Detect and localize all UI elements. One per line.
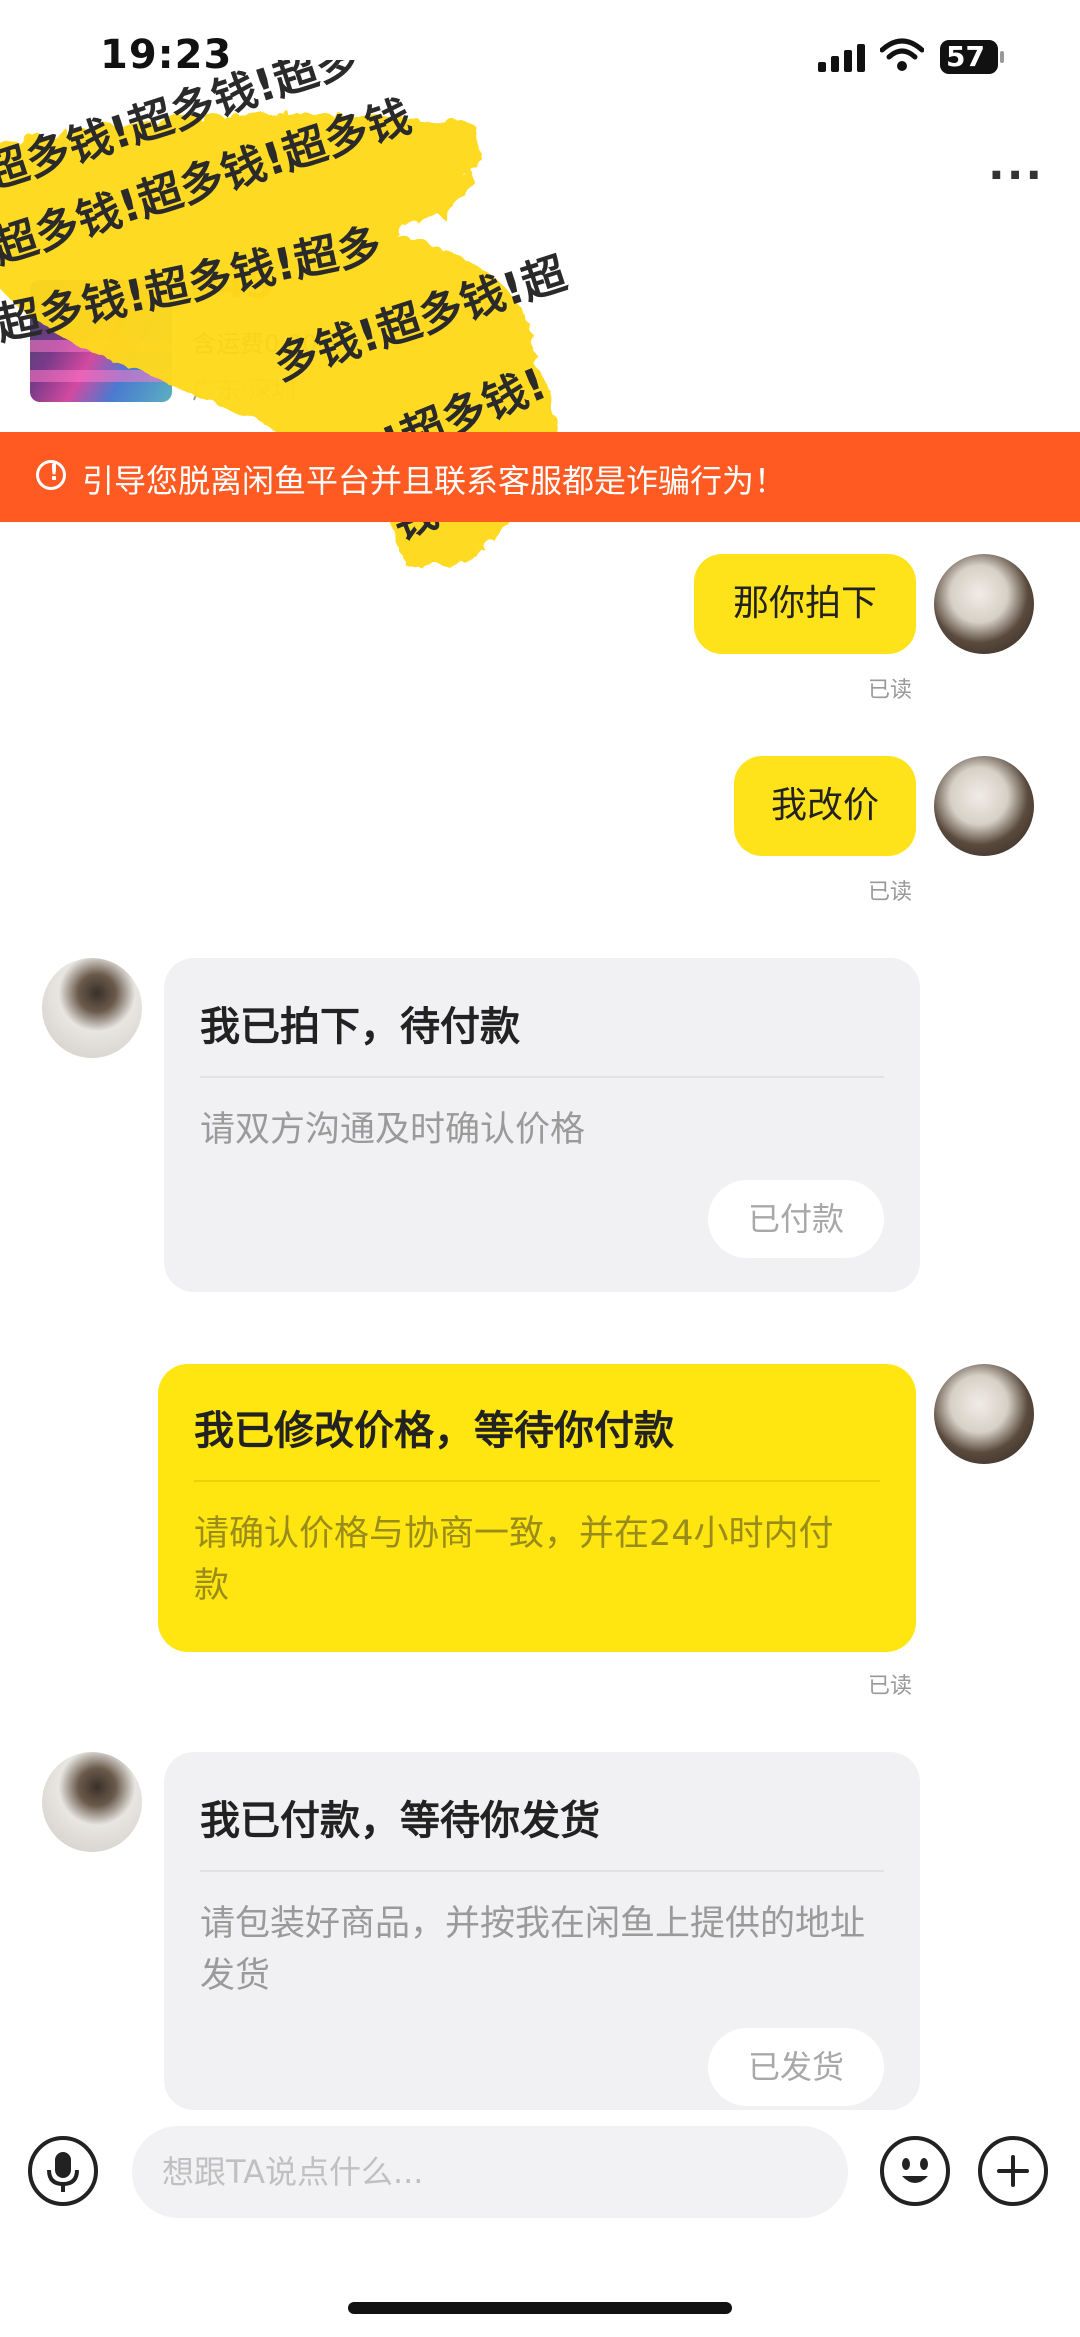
message-bubble[interactable]: 那你拍下 [694,554,916,654]
more-icon[interactable]: ··· [988,150,1044,201]
avatar[interactable] [934,1364,1034,1464]
alert-icon [36,460,66,490]
read-status: 已读 [868,880,913,905]
emoji-icon[interactable] [880,2136,950,2206]
shipped-button[interactable]: 已发货 [708,2028,884,2106]
message-input[interactable] [132,2126,848,2218]
cellular-signal-icon [818,44,870,72]
status-time: 19:23 [100,32,233,78]
avatar[interactable] [934,756,1034,856]
order-card[interactable]: 我已拍下，待付款 请双方沟通及时确认价格 已付款 [164,958,920,1292]
avatar[interactable] [934,554,1034,654]
paid-button[interactable]: 已付款 [708,1180,884,1258]
card-description: 请确认价格与协商一致，并在24小时内付款 [194,1514,834,1606]
card-description: 请双方沟通及时确认价格 [200,1110,586,1150]
microphone-icon[interactable] [28,2136,98,2206]
card-title: 我已拍下，待付款 [200,1004,520,1050]
read-status: 已读 [868,1674,913,1699]
order-card[interactable]: 我已付款，等待你发货 请包装好商品，并按我在闲鱼上提供的地址发货 已发货 [164,1752,920,2110]
home-indicator[interactable] [348,2302,732,2314]
plus-icon[interactable] [978,2136,1048,2206]
avatar[interactable] [42,1752,142,1852]
fraud-warning-banner: 引导您脱离闲鱼平台并且联系客服都是诈骗行为！ [0,432,1080,522]
battery-level: 57 [946,40,985,73]
svg-text:!超多钱!超多钱!超多钱: !超多钱!超多钱!超多钱 [0,91,417,280]
avatar[interactable] [42,958,142,1058]
wifi-icon [880,38,924,71]
product-location: 广东·深圳 [192,376,296,404]
card-description: 请包装好商品，并按我在闲鱼上提供的地址发货 [200,1904,866,1996]
warning-text: 引导您脱离闲鱼平台并且联系客服都是诈骗行为！ [82,462,787,500]
order-card[interactable]: 我已修改价格，等待你付款 请确认价格与协商一致，并在24小时内付款 [158,1364,916,1652]
read-status: 已读 [868,678,913,703]
svg-text:超多钱!超多钱!超多: 超多钱!超多钱!超多 [0,60,366,200]
message-bubble[interactable]: 我改价 [734,756,916,856]
battery-icon: 57 [940,40,1004,74]
card-title: 我已修改价格，等待你付款 [194,1408,674,1454]
product-thumbnail[interactable] [30,280,172,402]
svg-text:多钱!超多钱!超: 多钱!超多钱!超 [268,248,574,391]
product-price: ¥45 [190,262,274,308]
product-shipping: 含运费0.00元 [192,330,342,358]
card-title: 我已付款，等待你发货 [200,1798,600,1844]
